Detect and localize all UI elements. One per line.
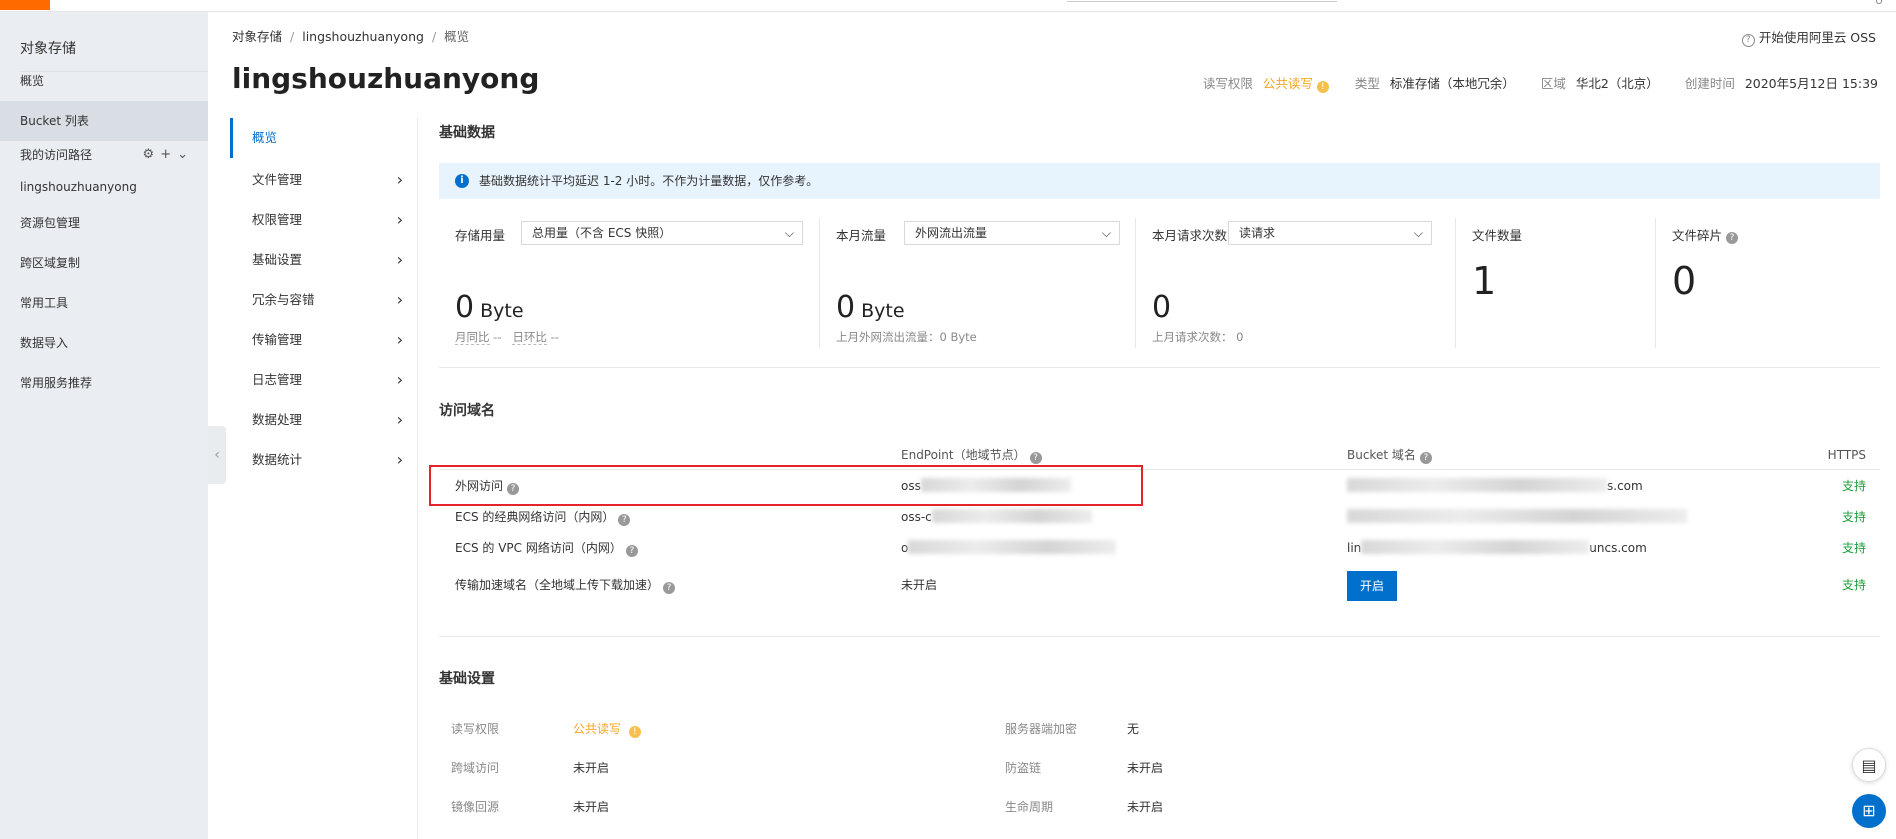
highlight-box (429, 465, 1143, 506)
chevron-down-icon: ⌵ (1101, 226, 1111, 240)
getting-started-link[interactable]: ? 开始使用阿里云 OSS (1741, 27, 1876, 47)
left-nav-item-bucket-link[interactable]: lingshouzhuanyong (0, 167, 208, 207)
endpoint-value[interactable]: o (901, 533, 1117, 564)
collapse-sidebar-handle[interactable]: ‹ (208, 426, 226, 484)
domains-title: 访问域名 (439, 403, 495, 419)
dod-label[interactable]: 日环比 (512, 330, 547, 345)
chevron-right-icon: › (396, 210, 403, 229)
endpoint-value[interactable]: oss-c (901, 502, 1092, 533)
chevron-down-icon: ⌵ (784, 226, 794, 240)
tab-file-management[interactable]: 文件管理 › (230, 160, 417, 200)
user-menu-icon[interactable] (1876, 0, 1882, 4)
bucket-domain-value[interactable]: lin uncs.com (1347, 533, 1647, 564)
help-icon[interactable]: ? (1726, 232, 1739, 244)
chevron-down-icon[interactable]: ⌄ (177, 147, 188, 162)
left-nav-item-recommend[interactable]: 常用服务推荐 (0, 363, 208, 403)
bucket-sub-nav: 概览 文件管理 › 权限管理 › 基础设置 › 冗余与容错 › 传输管理 › 日志管理 › … (230, 118, 418, 839)
left-nav-item-resource-pack[interactable]: 资源包管理 (0, 203, 208, 243)
chevron-right-icon: › (396, 290, 403, 309)
page-title: lingshouzhuanyong (232, 62, 540, 95)
type-label: 类型 (1354, 76, 1380, 91)
chevron-right-icon: › (396, 170, 403, 189)
chevron-right-icon: › (396, 410, 403, 429)
storage-value: 0 Byte (455, 290, 524, 325)
created-label: 创建时间 (1684, 76, 1735, 91)
breadcrumb: 对象存储 / lingshouzhuanyong / 概览 (232, 29, 470, 44)
tab-permission[interactable]: 权限管理 › (230, 200, 417, 240)
help-icon: ? (1741, 34, 1755, 47)
breadcrumb-item-oss[interactable]: 对象存储 (232, 29, 282, 44)
tab-data-statistics[interactable]: 数据统计 › (230, 440, 417, 480)
table-row: ECS 的 VPC 网络访问（内网）? o lin uncs.com 支持 (439, 533, 1880, 564)
left-nav-item-tools[interactable]: 常用工具 (0, 283, 208, 323)
tab-overview[interactable]: 概览 (230, 118, 417, 158)
help-icon[interactable]: ? (625, 545, 638, 557)
settings-icon[interactable]: ⚙ (143, 147, 155, 162)
files-value: 1 (1472, 259, 1497, 303)
help-icon[interactable]: ? (663, 582, 676, 594)
add-icon[interactable]: + (160, 147, 171, 162)
basic-settings-title: 基础设置 (439, 671, 495, 687)
help-icon[interactable]: ? (1029, 452, 1042, 464)
traffic-stat: 本月流量 外网流出流量 ⌵ 0 Byte 上月外网流出流量：0 Byte (820, 212, 1136, 362)
bucket-domain-value[interactable]: s.com (1347, 471, 1643, 502)
requests-type-select[interactable]: 读请求 ⌵ (1228, 221, 1432, 245)
aliyun-logo[interactable] (0, 0, 50, 10)
warning-icon[interactable]: ! (1316, 81, 1329, 93)
type-value: 标准存储（本地冗余） (1389, 76, 1515, 91)
chevron-right-icon: › (396, 370, 403, 389)
top-bar (0, 0, 1896, 12)
bucket-meta: 读写权限 公共读写 ! 类型 标准存储（本地冗余） 区域 华北2（北京） 创建时间 20… (1181, 73, 1878, 93)
traffic-value: 0 Byte (836, 290, 905, 325)
chevron-down-icon: ⌵ (1413, 226, 1423, 240)
files-stat: 文件数量 1 (1456, 212, 1656, 362)
requests-stat: 本月请求次数 读请求 ⌵ 0 上月请求次数： 0 (1136, 212, 1456, 362)
storage-type-select[interactable]: 总用量（不含 ECS 快照） ⌵ (521, 221, 803, 245)
help-icon[interactable]: ? (618, 514, 631, 526)
tab-redundancy[interactable]: 冗余与容错 › (230, 280, 417, 320)
tab-logs[interactable]: 日志管理 › (230, 360, 417, 400)
tab-basic-settings[interactable]: 基础设置 › (230, 240, 417, 280)
left-nav: 对象存储 概览 Bucket 列表 我的访问路径 ⚙ + ⌄ lingshouzhu… (0, 12, 208, 839)
stats-panel: 存储用量 总用量（不含 ECS 快照） ⌵ 0 Byte 月同比 -- 日环比 --… (439, 212, 1880, 368)
left-nav-item-data-import[interactable]: 数据导入 (0, 323, 208, 363)
breadcrumb-item-current: 概览 (444, 29, 470, 44)
basic-data-title: 基础数据 (439, 125, 495, 141)
chevron-right-icon: › (396, 330, 403, 349)
mom-label[interactable]: 月同比 (455, 330, 490, 345)
apps-icon[interactable]: ⊞ (1852, 794, 1886, 828)
bucket-domain-value[interactable] (1347, 502, 1687, 533)
table-row: ECS 的经典网络访问（内网）? oss-c 支持 (439, 502, 1880, 533)
table-row: 传输加速域名（全地域上传下载加速）? 未开启 开启 支持 (439, 567, 1880, 603)
warning-icon[interactable]: ! (628, 726, 641, 738)
left-nav-item-overview[interactable]: 概览 (0, 61, 208, 101)
info-notice: i 基础数据统计平均延迟 1-2 小时。不作为计量数据，仅作参考。 (439, 163, 1880, 199)
fragments-value: 0 (1672, 259, 1697, 303)
left-nav-item-cross-region[interactable]: 跨区域复制 (0, 243, 208, 283)
tab-transfer[interactable]: 传输管理 › (230, 320, 417, 360)
tab-data-processing[interactable]: 数据处理 › (230, 400, 417, 440)
storage-stat: 存储用量 总用量（不含 ECS 快照） ⌵ 0 Byte 月同比 -- 日环比 -- (439, 212, 820, 362)
global-search-input[interactable] (1067, 0, 1337, 2)
region-value: 华北2（北京） (1575, 76, 1659, 91)
help-icon[interactable]: ? (1419, 452, 1432, 464)
chevron-right-icon: › (396, 250, 403, 269)
chevron-right-icon: › (396, 450, 403, 469)
breadcrumb-item-bucket[interactable]: lingshouzhuanyong (302, 29, 424, 44)
fragments-stat: 文件碎片? 0 (1656, 212, 1880, 362)
region-label: 区域 (1540, 76, 1566, 91)
traffic-type-select[interactable]: 外网流出流量 ⌵ (904, 221, 1120, 245)
acl-value: 公共读写 (1262, 76, 1313, 91)
feedback-icon[interactable]: ▤ (1852, 748, 1886, 782)
chevron-left-icon: ‹ (214, 447, 220, 463)
acl-label: 读写权限 (1202, 76, 1253, 91)
requests-value: 0 (1152, 290, 1172, 325)
enable-acceleration-button[interactable]: 开启 (1347, 570, 1397, 601)
created-value: 2020年5月12日 15:39 (1744, 76, 1878, 91)
info-icon: i (455, 174, 469, 188)
